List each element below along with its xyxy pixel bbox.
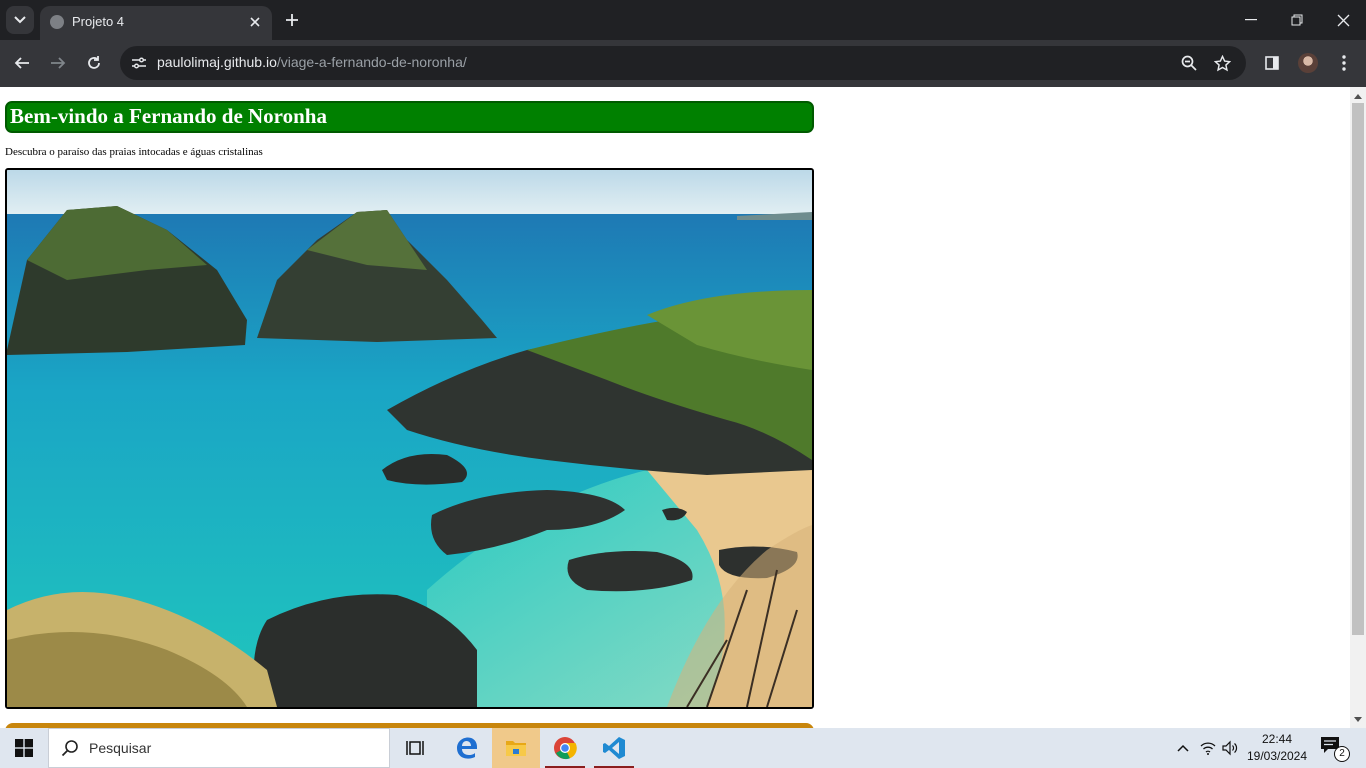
show-hidden-icons-button[interactable] bbox=[1174, 739, 1192, 757]
start-button[interactable] bbox=[0, 728, 48, 768]
page-title: Bem-vindo a Fernando de Noronha bbox=[10, 104, 327, 128]
chrome-icon bbox=[554, 737, 577, 760]
minimize-button[interactable] bbox=[1228, 0, 1274, 40]
edge-icon bbox=[457, 737, 477, 759]
close-window-button[interactable] bbox=[1320, 0, 1366, 40]
back-button[interactable] bbox=[8, 49, 36, 77]
volume-button[interactable] bbox=[1221, 739, 1239, 757]
profile-button[interactable] bbox=[1294, 49, 1322, 77]
bookmark-star-icon bbox=[1213, 54, 1231, 71]
tune-icon bbox=[132, 57, 146, 69]
page-viewport: Bem-vindo a Fernando de Noronha Descubra… bbox=[0, 87, 1350, 728]
zoom-icon bbox=[1181, 55, 1197, 71]
taskbar-search-box[interactable]: Pesquisar bbox=[48, 728, 390, 768]
windows-logo-icon bbox=[15, 739, 33, 757]
vscode-taskbar-button[interactable] bbox=[590, 728, 638, 768]
page-subtitle: Descubra o paraíso das praias intocadas … bbox=[5, 146, 263, 158]
tab-strip: Projeto 4 bbox=[0, 0, 1366, 40]
edge-taskbar-button[interactable] bbox=[443, 728, 491, 768]
network-icon bbox=[1200, 742, 1216, 755]
chevron-down-icon bbox=[14, 16, 26, 24]
chevron-up-icon bbox=[1177, 744, 1189, 752]
restore-button[interactable] bbox=[1274, 0, 1320, 40]
windows-taskbar: Pesquisar 22:44 19/03/2024 2 bbox=[0, 728, 1366, 768]
clock-time: 22:44 bbox=[1261, 732, 1293, 746]
scroll-up-arrow-icon[interactable] bbox=[1350, 89, 1366, 103]
task-view-button[interactable] bbox=[392, 728, 440, 768]
profile-avatar bbox=[1298, 53, 1318, 73]
bookmark-button[interactable] bbox=[1211, 52, 1233, 74]
zoom-button[interactable] bbox=[1178, 52, 1200, 74]
vscode-icon bbox=[603, 737, 625, 759]
forward-button[interactable] bbox=[44, 49, 72, 77]
address-bar[interactable]: paulolimaj.github.io/viage-a-fernando-de… bbox=[120, 46, 1246, 80]
search-placeholder: Pesquisar bbox=[89, 740, 152, 756]
scrollbar-thumb[interactable] bbox=[1352, 103, 1364, 635]
scroll-down-arrow-icon[interactable] bbox=[1350, 712, 1366, 726]
page-scrollbar[interactable] bbox=[1350, 87, 1366, 728]
url-host: paulolimaj.github.io bbox=[157, 54, 277, 70]
back-arrow-icon bbox=[14, 57, 29, 69]
tab-title: Projeto 4 bbox=[72, 14, 125, 29]
tab-close-button[interactable] bbox=[246, 13, 264, 31]
notification-count-badge: 2 bbox=[1334, 746, 1350, 762]
restore-icon bbox=[1291, 14, 1303, 26]
chrome-taskbar-button[interactable] bbox=[541, 728, 589, 768]
reload-button[interactable] bbox=[80, 49, 108, 77]
search-icon bbox=[61, 740, 78, 757]
globe-icon bbox=[50, 15, 64, 29]
reload-icon bbox=[88, 56, 100, 69]
system-clock[interactable]: 22:44 19/03/2024 bbox=[1240, 731, 1314, 765]
browser-toolbar: paulolimaj.github.io/viage-a-fernando-de… bbox=[0, 40, 1366, 87]
url-path: /viage-a-fernando-de-noronha/ bbox=[276, 54, 467, 70]
close-icon bbox=[250, 17, 260, 27]
browser-menu-button[interactable] bbox=[1330, 49, 1358, 77]
url-text[interactable]: paulolimaj.github.io/viage-a-fernando-de… bbox=[157, 54, 467, 70]
task-view-icon bbox=[406, 741, 424, 755]
active-tab[interactable]: Projeto 4 bbox=[40, 6, 272, 40]
plus-icon bbox=[286, 14, 298, 26]
beach-landscape-image bbox=[7, 170, 812, 707]
file-explorer-icon bbox=[506, 741, 526, 756]
clock-date: 19/03/2024 bbox=[1246, 749, 1308, 763]
site-settings-button[interactable] bbox=[128, 52, 150, 74]
speaker-icon bbox=[1222, 740, 1238, 756]
side-panel-button[interactable] bbox=[1258, 49, 1286, 77]
menu-dots-icon bbox=[1342, 55, 1346, 71]
network-button[interactable] bbox=[1199, 739, 1217, 757]
file-explorer-taskbar-button[interactable] bbox=[492, 728, 540, 768]
notification-center-button[interactable]: 2 bbox=[1320, 736, 1350, 762]
new-tab-button[interactable] bbox=[282, 10, 302, 30]
page-header: Bem-vindo a Fernando de Noronha bbox=[5, 101, 814, 133]
side-panel-icon bbox=[1265, 56, 1279, 70]
close-window-icon bbox=[1337, 14, 1349, 26]
tab-search-button[interactable] bbox=[6, 6, 34, 34]
noronha-photo bbox=[5, 168, 814, 709]
minimize-icon bbox=[1245, 19, 1257, 21]
forward-arrow-icon bbox=[51, 57, 66, 69]
